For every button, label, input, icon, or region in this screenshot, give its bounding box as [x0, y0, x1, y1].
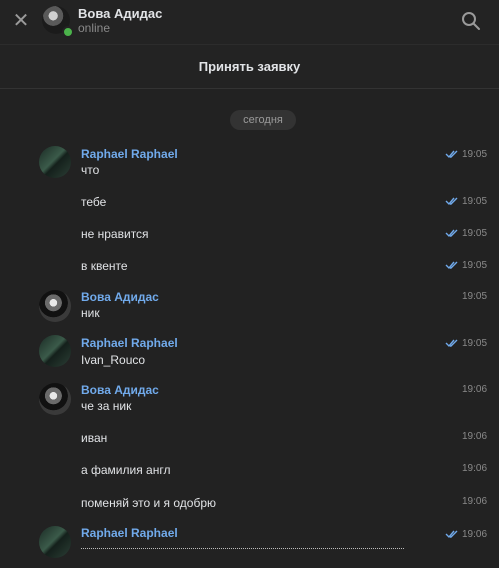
date-separator: сегодня	[230, 110, 296, 130]
double-check-icon	[445, 339, 458, 348]
message-text: иван	[81, 431, 108, 445]
message-text: ник	[81, 306, 100, 320]
avatar[interactable]	[39, 290, 71, 322]
message-time: 19:05	[462, 149, 488, 160]
message-dotted-line	[81, 548, 404, 549]
accept-request-button[interactable]: Принять заявку	[0, 45, 499, 89]
avatar[interactable]	[39, 146, 71, 178]
contact-name[interactable]: Вова Адидас	[78, 6, 162, 21]
close-icon[interactable]: ✕	[10, 10, 32, 32]
avatar[interactable]	[39, 335, 71, 367]
avatar[interactable]	[39, 383, 71, 415]
double-check-icon	[445, 229, 458, 238]
message-author[interactable]: Raphael Raphael	[81, 526, 178, 540]
message-author[interactable]: Raphael Raphael	[81, 336, 178, 350]
online-indicator	[62, 26, 74, 38]
message-time: 19:06	[462, 384, 488, 395]
message-time: 19:06	[462, 431, 488, 442]
search-icon[interactable]	[460, 10, 482, 32]
message-time: 19:05	[462, 291, 488, 302]
message-text: тебе	[81, 195, 107, 209]
message-author[interactable]: Вова Адидас	[81, 383, 159, 397]
contact-status: online	[78, 21, 111, 35]
message-text: что	[81, 163, 100, 177]
message-time: 19:05	[462, 228, 488, 239]
message-author[interactable]: Вова Адидас	[81, 290, 159, 304]
message-text: Ivan_Rouco	[81, 353, 146, 367]
message-time: 19:05	[462, 260, 488, 271]
avatar[interactable]	[39, 526, 71, 558]
message-time: 19:05	[462, 338, 488, 349]
message-time: 19:06	[462, 463, 488, 474]
message-text: че за ник	[81, 399, 132, 413]
message-time: 19:06	[462, 529, 488, 540]
message-time: 19:05	[462, 196, 488, 207]
message-text: а фамилия англ	[81, 463, 171, 477]
message-text: поменяй это и я одобрю	[81, 496, 216, 510]
message-text: в квенте	[81, 259, 128, 273]
message-text: не нравится	[81, 227, 149, 241]
chat-header: ✕ Вова Адидас online	[0, 0, 499, 45]
double-check-icon	[445, 261, 458, 270]
message-time: 19:06	[462, 496, 488, 507]
message-author[interactable]: Raphael Raphael	[81, 147, 178, 161]
double-check-icon	[445, 150, 458, 159]
double-check-icon	[445, 197, 458, 206]
double-check-icon	[445, 530, 458, 539]
